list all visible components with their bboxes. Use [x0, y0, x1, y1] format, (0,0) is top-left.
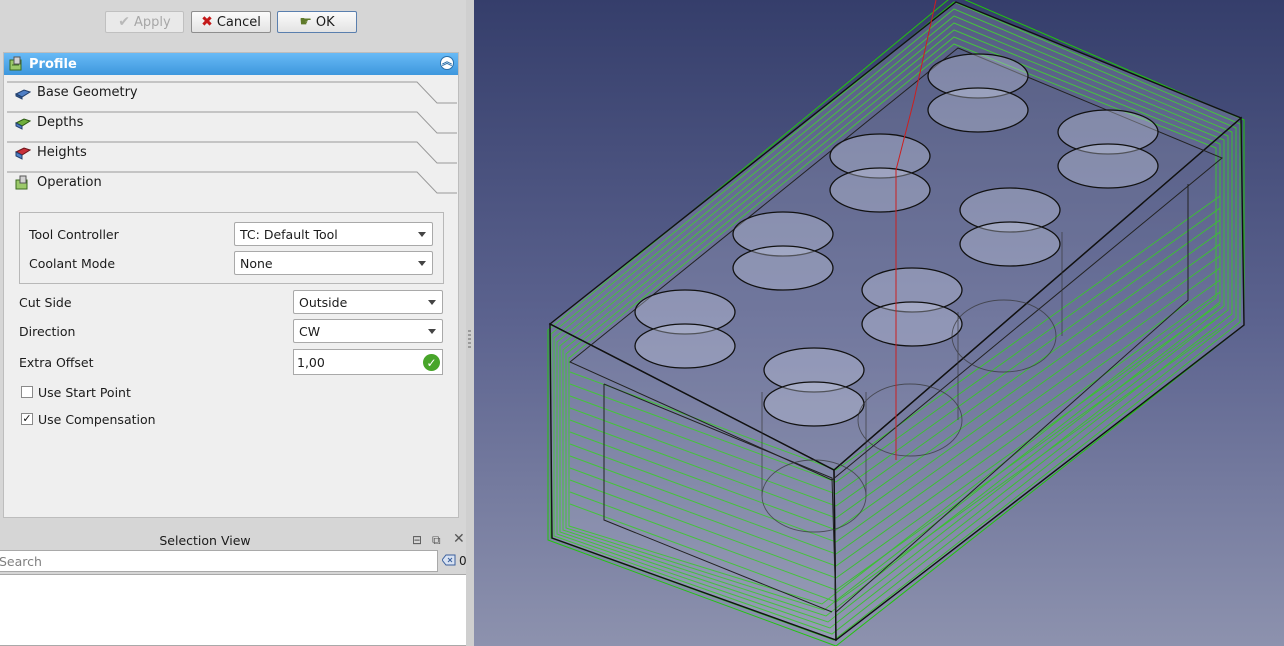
selection-search-input[interactable]: [0, 551, 399, 570]
use-compensation-label: Use Compensation: [38, 412, 156, 427]
cut-side-label: Cut Side: [19, 295, 72, 310]
apply-check-icon: ✔: [118, 14, 131, 30]
coolant-mode-select[interactable]: None: [234, 251, 433, 275]
selection-list[interactable]: [0, 574, 468, 646]
cancel-label: Cancel: [216, 14, 261, 30]
profile-panel-header[interactable]: Profile ︽: [4, 53, 458, 75]
model-render: [547, 0, 1245, 646]
extra-offset-input[interactable]: 1,00 ✓: [293, 349, 443, 375]
profile-panel-title: Profile: [29, 56, 77, 72]
cancel-x-icon: ✖: [201, 14, 213, 30]
tab-depths[interactable]: Depths: [7, 111, 457, 135]
task-panel-area: ✔ Apply ✖ Cancel ☛ OK Profile ︽ Base Geo…: [0, 0, 470, 646]
coolant-mode-value: None: [240, 256, 273, 271]
direction-label: Direction: [19, 324, 76, 339]
valid-check-icon: ✓: [423, 354, 440, 371]
3d-viewport[interactable]: [474, 0, 1284, 646]
apply-label: Apply: [134, 14, 171, 30]
direction-value: CW: [299, 324, 321, 339]
ok-hand-icon: ☛: [299, 14, 312, 30]
chevron-down-icon: [428, 300, 436, 305]
float-window-icon[interactable]: ⧉: [432, 533, 441, 548]
tab-base-geometry-label: Base Geometry: [37, 85, 138, 100]
base-geometry-icon: [15, 89, 31, 100]
tab-heights[interactable]: Heights: [7, 141, 457, 165]
collapse-panel-icon[interactable]: ︽: [440, 56, 454, 70]
selection-search-field[interactable]: [0, 550, 438, 572]
use-compensation-checkbox[interactable]: ✓: [21, 413, 33, 425]
use-start-point-label: Use Start Point: [38, 385, 131, 400]
panel-splitter[interactable]: [466, 0, 474, 646]
profile-operation-icon: [9, 56, 22, 71]
profile-task-panel: Profile ︽ Base Geometry Depths Heights O…: [3, 52, 459, 518]
tab-depths-label: Depths: [37, 115, 84, 130]
ok-button[interactable]: ☛ OK: [277, 11, 357, 33]
tab-base-geometry[interactable]: Base Geometry: [7, 81, 457, 105]
cancel-button[interactable]: ✖ Cancel: [191, 11, 271, 33]
selection-view-panel: Selection View ⊟ ⧉ ✕ 0: [0, 530, 470, 646]
extra-offset-label: Extra Offset: [19, 355, 94, 370]
chevron-down-icon: [428, 329, 436, 334]
tool-controller-value: TC: Default Tool: [240, 227, 338, 242]
depths-icon: [15, 118, 31, 130]
selection-view-title: Selection View: [159, 533, 251, 548]
tab-heights-label: Heights: [37, 145, 87, 160]
coolant-mode-label: Coolant Mode: [29, 256, 116, 271]
operation-icon: [15, 175, 28, 190]
tab-operation-label: Operation: [37, 175, 102, 190]
tool-controller-select[interactable]: TC: Default Tool: [234, 222, 433, 246]
heights-icon: [15, 147, 31, 160]
tab-operation[interactable]: Operation: [7, 171, 457, 195]
chevron-down-icon: [418, 232, 426, 237]
chevron-down-icon: [418, 261, 426, 266]
direction-select[interactable]: CW: [293, 319, 443, 343]
splitter-grip: [468, 330, 471, 348]
tool-controller-label: Tool Controller: [29, 227, 119, 242]
apply-button[interactable]: ✔ Apply: [105, 11, 184, 33]
dock-toggle-icon[interactable]: ⊟: [412, 533, 422, 547]
use-start-point-checkbox[interactable]: [21, 386, 33, 398]
close-icon[interactable]: ✕: [453, 531, 465, 547]
cut-side-value: Outside: [299, 295, 348, 310]
cut-side-select[interactable]: Outside: [293, 290, 443, 314]
clear-search-icon[interactable]: [442, 554, 456, 566]
extra-offset-value: 1,00: [297, 355, 325, 370]
ok-label: OK: [315, 14, 335, 30]
